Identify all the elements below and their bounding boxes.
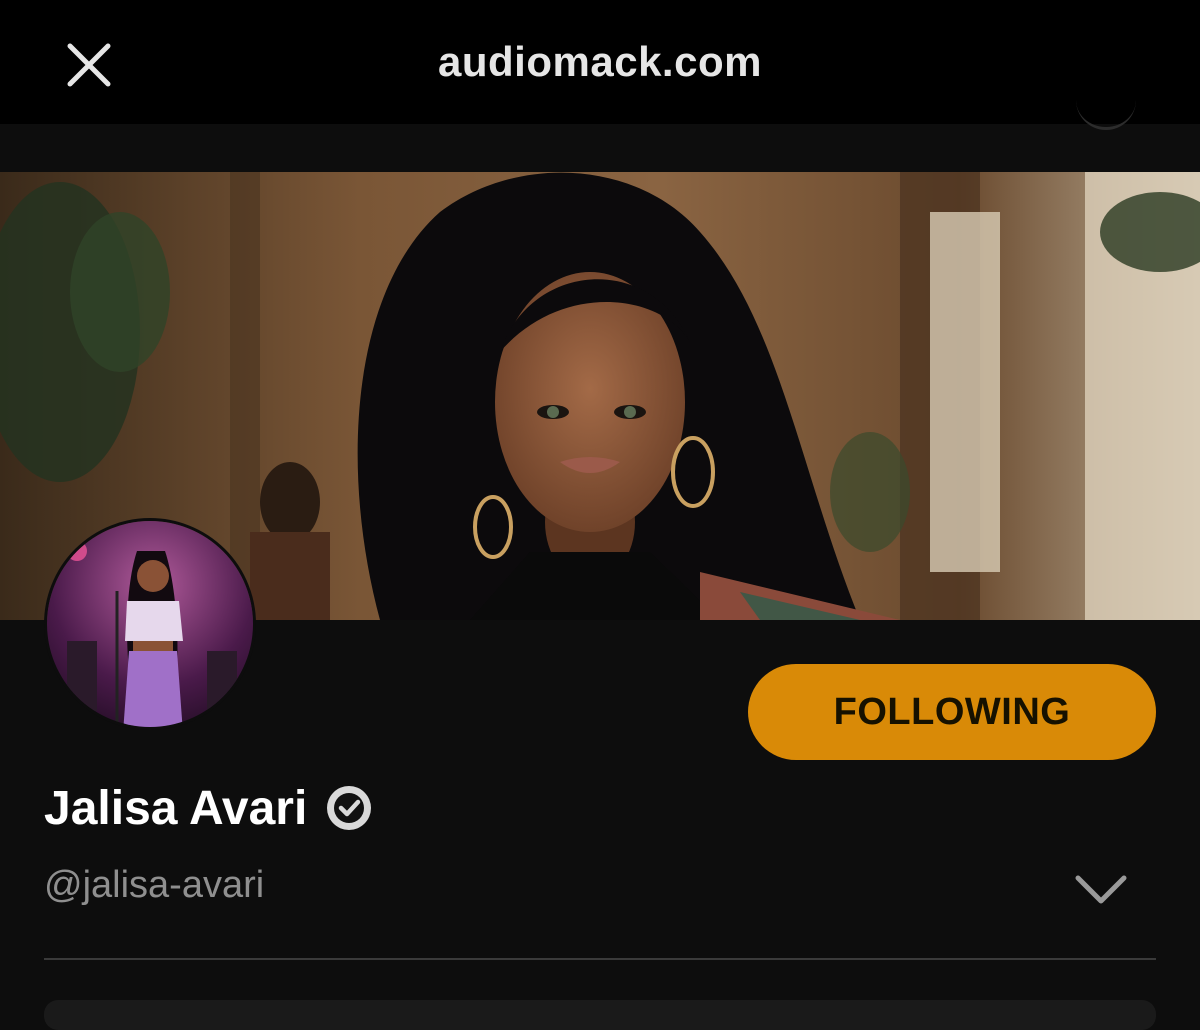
following-button[interactable]: FOLLOWING [748, 664, 1156, 760]
chevron-down-icon [1075, 875, 1127, 904]
next-section-card [44, 1000, 1156, 1030]
artist-handle: @jalisa-avari [44, 864, 265, 906]
top-control-edge [1076, 100, 1136, 130]
expand-profile-button[interactable] [1070, 868, 1132, 912]
browser-top-bar: audiomack.com [0, 0, 1200, 124]
artist-name-row: Jalisa Avari [44, 778, 373, 838]
artist-name: Jalisa Avari [44, 781, 308, 835]
section-divider [44, 958, 1156, 960]
page-domain: audiomack.com [438, 38, 762, 85]
avatar-photo[interactable] [44, 518, 256, 730]
verified-check-icon [327, 786, 372, 830]
